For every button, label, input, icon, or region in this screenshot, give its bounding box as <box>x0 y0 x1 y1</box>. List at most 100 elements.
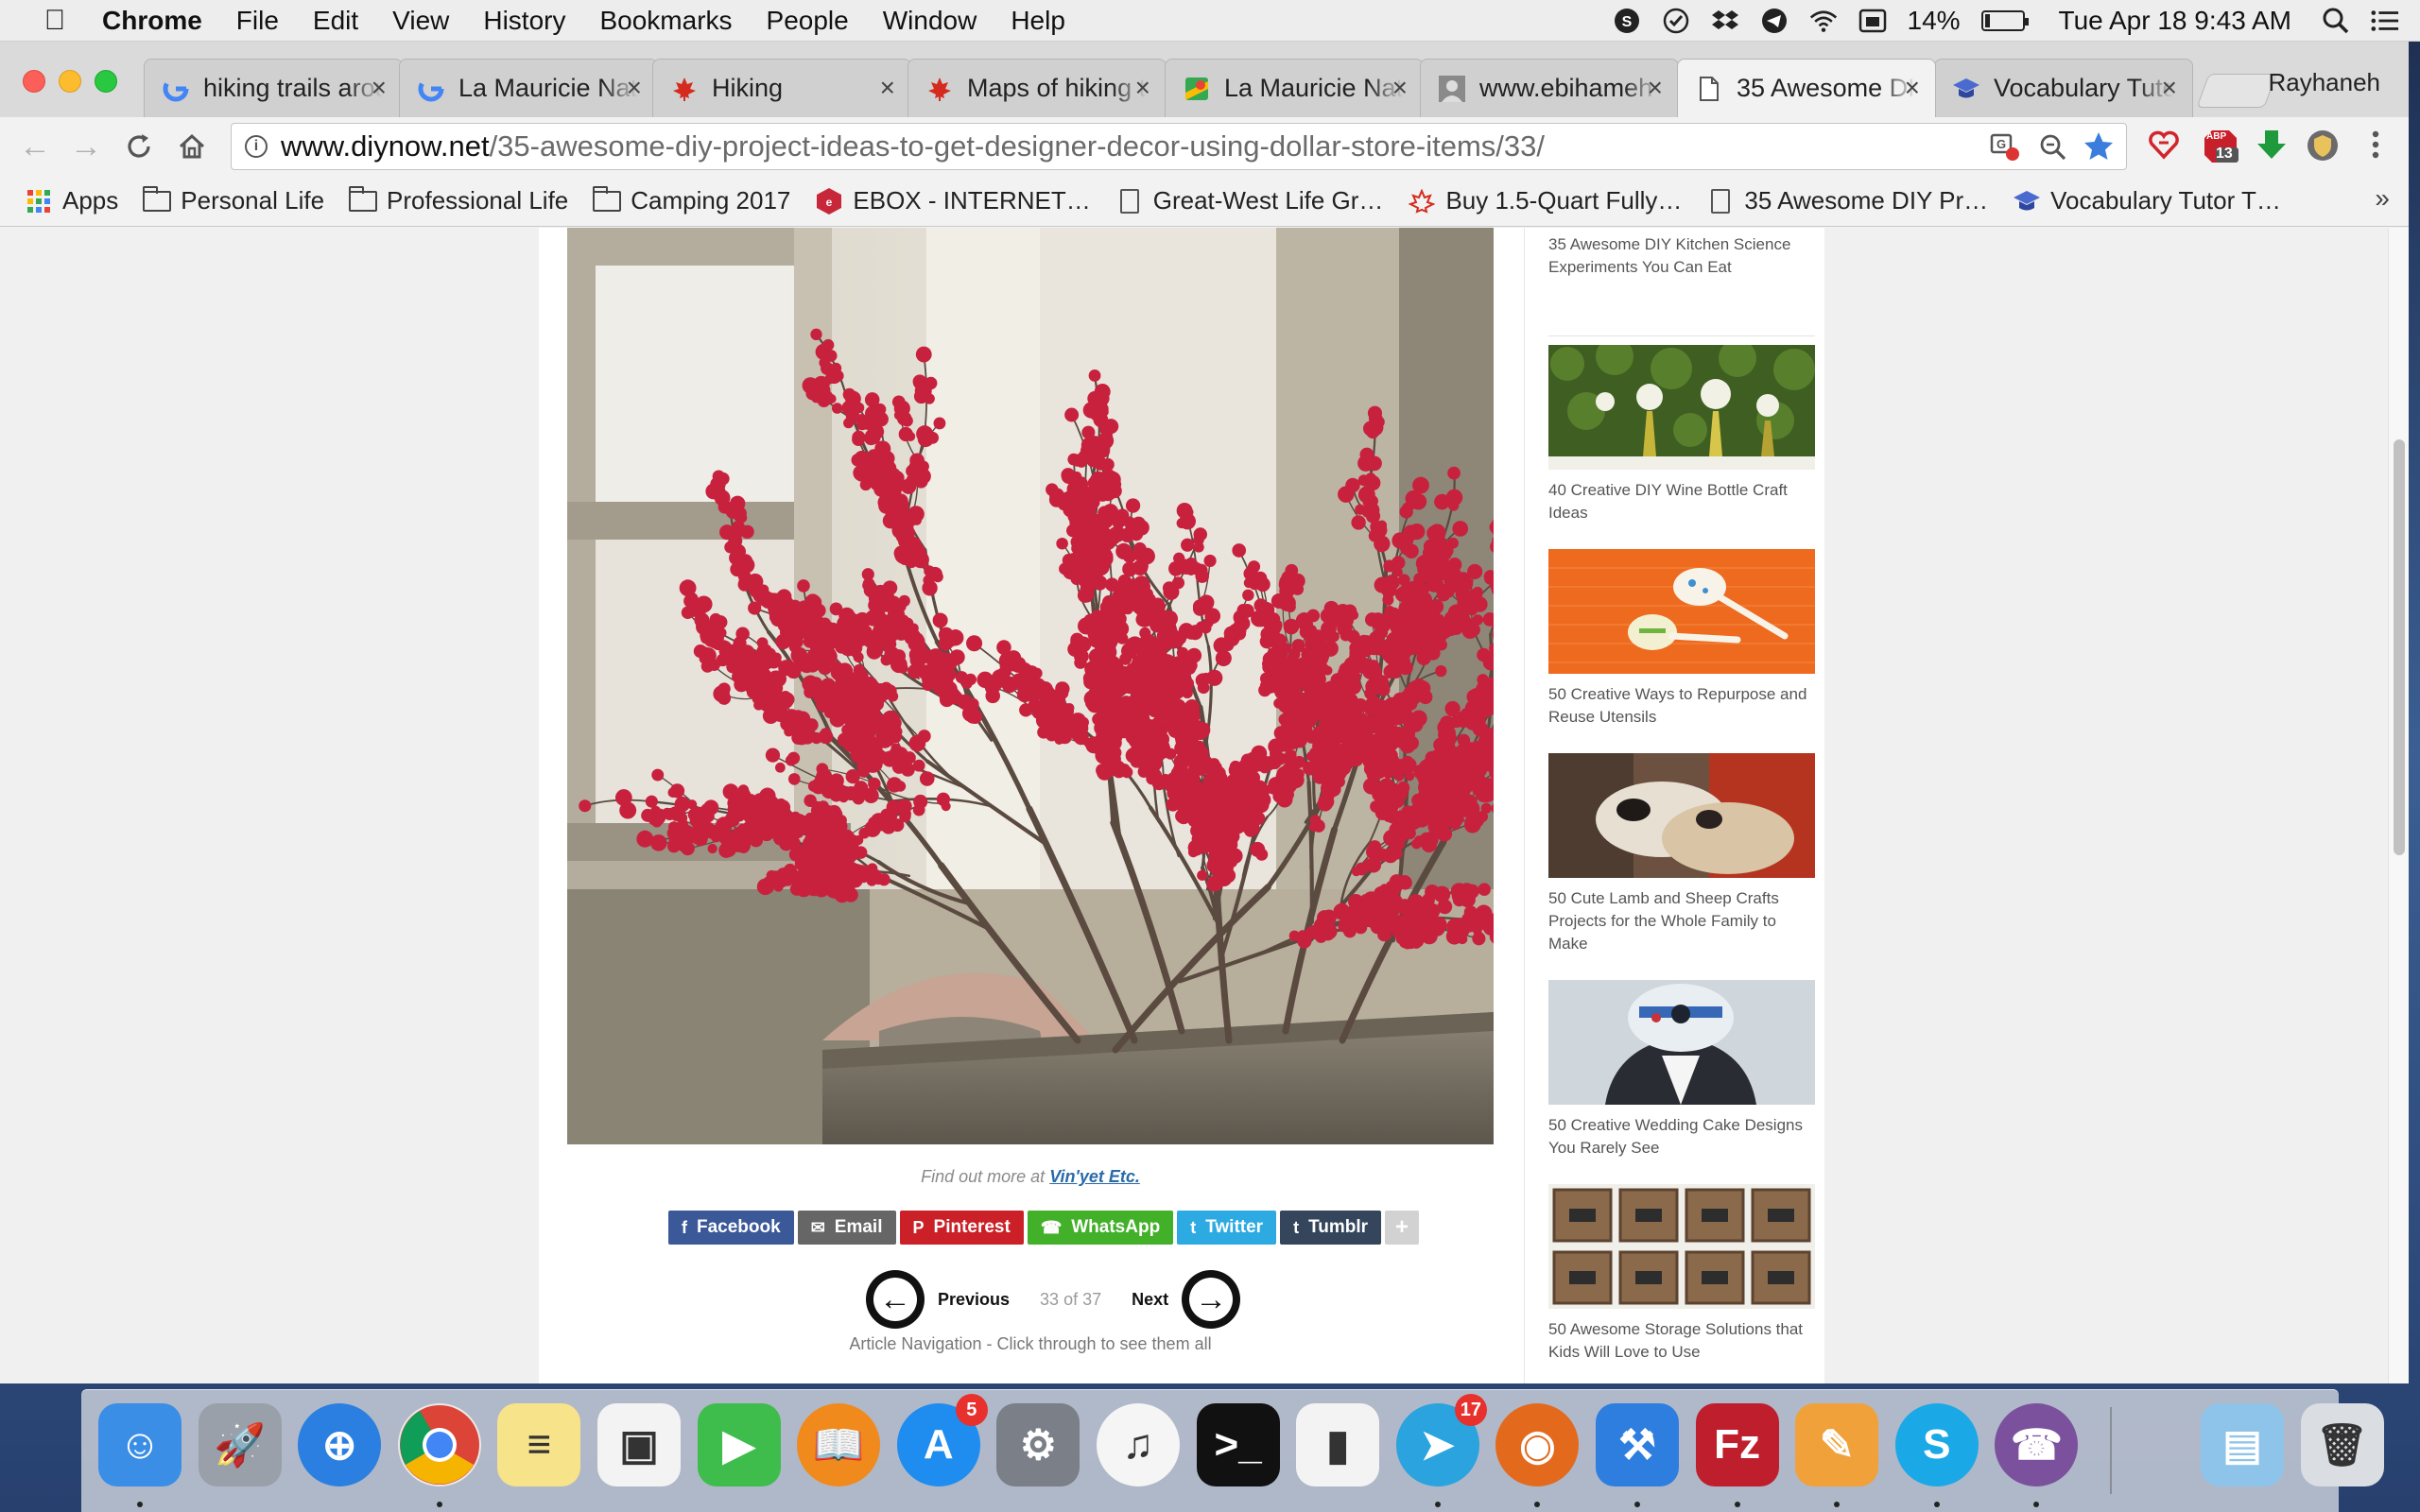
dock-filezilla-icon[interactable]: Fz <box>1695 1403 1779 1486</box>
share-more-button[interactable]: + <box>1385 1211 1420 1245</box>
dock-launchpad-icon[interactable]: 🚀 <box>198 1403 282 1486</box>
reload-button[interactable] <box>121 129 157 164</box>
caption-source-link[interactable]: Vin'yet Etc. <box>1049 1167 1140 1186</box>
share-whatsapp-button[interactable]: ☎ WhatsApp <box>1027 1211 1174 1245</box>
dock-preview-icon[interactable]: ▣ <box>597 1403 681 1486</box>
home-button[interactable] <box>174 129 210 164</box>
back-button[interactable]: ← <box>17 129 53 164</box>
related-post[interactable]: 50 Awesome Storage Solutions that Kids W… <box>1548 1184 1815 1364</box>
share-email-button[interactable]: ✉ Email <box>797 1211 896 1245</box>
bookmark-2[interactable]: Personal Life <box>143 185 324 215</box>
adblock-extension-icon[interactable]: ABP 13 <box>2203 129 2238 164</box>
bookmark-4[interactable]: Camping 2017 <box>593 185 790 215</box>
tab-1[interactable]: hiking trails around× <box>144 59 403 117</box>
menu-window[interactable]: Window <box>883 6 977 36</box>
close-tab-icon[interactable]: × <box>1392 73 1408 103</box>
dock-system-preferences-icon[interactable]: ⚙ <box>996 1403 1080 1486</box>
related-post-thumbnail[interactable] <box>1548 980 1815 1105</box>
bookmark-8[interactable]: 35 Awesome DIY Pr… <box>1706 186 1988 215</box>
share-facebook-button[interactable]: f Facebook <box>668 1211 794 1245</box>
dock-notes-icon[interactable]: ≡ <box>497 1403 581 1486</box>
dock-finder-icon[interactable]: ☺ <box>98 1403 182 1486</box>
menu-app-name[interactable]: Chrome <box>102 6 202 36</box>
previous-link[interactable]: Previous <box>938 1290 1010 1310</box>
checkmark-tray-icon[interactable] <box>1662 7 1690 35</box>
dock-firefox-icon[interactable]: ◉ <box>1495 1403 1580 1486</box>
tab-6[interactable]: www.ebihameh × <box>1420 59 1679 117</box>
maximize-window-button[interactable] <box>95 70 117 93</box>
minimize-window-button[interactable] <box>59 70 81 93</box>
bookmark-1[interactable]: Apps <box>25 186 118 215</box>
bookmark-3[interactable]: Professional Life <box>349 185 568 215</box>
dock-facetime-icon[interactable]: ▶ <box>697 1403 781 1486</box>
related-post-title[interactable]: 40 Creative DIY Wine Bottle Craft Ideas <box>1548 479 1815 524</box>
tab-4[interactable]: Maps of hiking trails× <box>908 59 1167 117</box>
previous-arrow-button[interactable]: ← <box>866 1270 925 1329</box>
menu-edit[interactable]: Edit <box>313 6 358 36</box>
menu-history[interactable]: History <box>483 6 565 36</box>
related-post-thumbnail[interactable] <box>1548 753 1815 878</box>
related-post-title[interactable]: 35 Awesome DIY Kitchen Science Experimen… <box>1548 233 1815 279</box>
close-tab-icon[interactable]: × <box>627 73 642 103</box>
related-post-title[interactable]: 50 Creative Ways to Repurpose and Reuse … <box>1548 683 1815 729</box>
bookmark-star-icon[interactable] <box>2083 130 2115 170</box>
related-post[interactable]: 50 Creative Ways to Repurpose and Reuse … <box>1548 549 1815 729</box>
next-link[interactable]: Next <box>1132 1290 1168 1310</box>
close-tab-icon[interactable]: × <box>1135 73 1150 103</box>
bookmark-9[interactable]: Vocabulary Tutor T… <box>2013 186 2281 215</box>
bookmark-5[interactable]: e EBOX - INTERNET… <box>815 186 1091 215</box>
display-mirror-icon[interactable] <box>1858 7 1887 35</box>
related-post-title[interactable]: 50 Cute Lamb and Sheep Crafts Projects f… <box>1548 887 1815 955</box>
download-extension-icon[interactable] <box>2254 129 2290 164</box>
close-tab-icon[interactable]: × <box>2162 73 2177 103</box>
related-post-thumbnail[interactable] <box>1548 345 1815 470</box>
related-post-title[interactable]: 50 Creative Wedding Cake Designs You Rar… <box>1548 1114 1815 1160</box>
notification-center-icon[interactable] <box>2371 7 2399 35</box>
dock-pages-icon[interactable]: ✎ <box>1795 1403 1879 1486</box>
bookmark-7[interactable]: Buy 1.5-Quart Fully… <box>1408 186 1682 215</box>
close-window-button[interactable] <box>23 70 45 93</box>
profile-name[interactable]: Rayhaneh <box>2268 68 2380 97</box>
chrome-menu-icon[interactable] <box>2358 129 2394 164</box>
menu-bookmarks[interactable]: Bookmarks <box>599 6 732 36</box>
dock-trash-icon[interactable]: 🗑 <box>2300 1403 2384 1486</box>
dock-numbers-icon[interactable]: ▮ <box>1296 1403 1380 1486</box>
spotlight-search-icon[interactable] <box>2322 7 2350 35</box>
scrollbar-thumb[interactable] <box>2394 439 2405 855</box>
forward-button[interactable]: → <box>68 129 104 164</box>
wifi-icon[interactable] <box>1809 7 1838 35</box>
close-tab-icon[interactable]: × <box>1648 73 1663 103</box>
next-arrow-button[interactable]: → <box>1182 1270 1241 1329</box>
close-tab-icon[interactable]: × <box>372 73 387 103</box>
page-scrollbar[interactable] <box>2388 228 2409 1383</box>
zoom-icon[interactable] <box>2039 133 2067 169</box>
tab-5[interactable]: La Mauricie National Park× <box>1165 59 1424 117</box>
telegram-tray-icon[interactable] <box>1760 7 1789 35</box>
share-twitter-button[interactable]: t Twitter <box>1177 1211 1277 1245</box>
dropbox-tray-icon[interactable] <box>1711 7 1739 35</box>
heart-extension-icon[interactable] <box>2146 129 2182 164</box>
skype-tray-icon[interactable]: S <box>1613 7 1641 35</box>
tab-8[interactable]: Vocabulary Tutor × <box>1934 59 2193 117</box>
related-post[interactable]: 35 Awesome DIY Kitchen Science Experimen… <box>1548 233 1815 279</box>
related-post-thumbnail[interactable] <box>1548 1184 1815 1309</box>
tab-3[interactable]: Hiking × <box>652 59 911 117</box>
related-post[interactable]: 50 Creative Wedding Cake Designs You Rar… <box>1548 980 1815 1160</box>
dock-itunes-icon[interactable]: ♫ <box>1097 1403 1180 1486</box>
shield-extension-icon[interactable] <box>2305 129 2341 164</box>
dock-safari-icon[interactable]: ⊕ <box>298 1403 382 1486</box>
close-tab-icon[interactable]: × <box>1905 73 1920 103</box>
site-info-icon[interactable]: i <box>245 135 268 158</box>
apple-menu-icon[interactable]:  <box>36 5 74 37</box>
dock-skype-icon[interactable]: S <box>1894 1403 1979 1486</box>
menu-file[interactable]: File <box>236 6 279 36</box>
menu-people[interactable]: People <box>767 6 849 36</box>
dock-viber-icon[interactable]: ☎ <box>1995 1403 2079 1486</box>
battery-icon[interactable] <box>1980 10 2029 31</box>
bookmarks-overflow-button[interactable]: » <box>2375 183 2390 214</box>
dock-xcode-icon[interactable]: ⚒ <box>1596 1403 1679 1486</box>
tab-7[interactable]: 35 Awesome DIY Projects× <box>1677 59 1936 117</box>
share-tumblr-button[interactable]: t Tumblr <box>1280 1211 1382 1245</box>
menu-view[interactable]: View <box>392 6 449 36</box>
related-post[interactable]: 50 Cute Lamb and Sheep Crafts Projects f… <box>1548 753 1815 955</box>
